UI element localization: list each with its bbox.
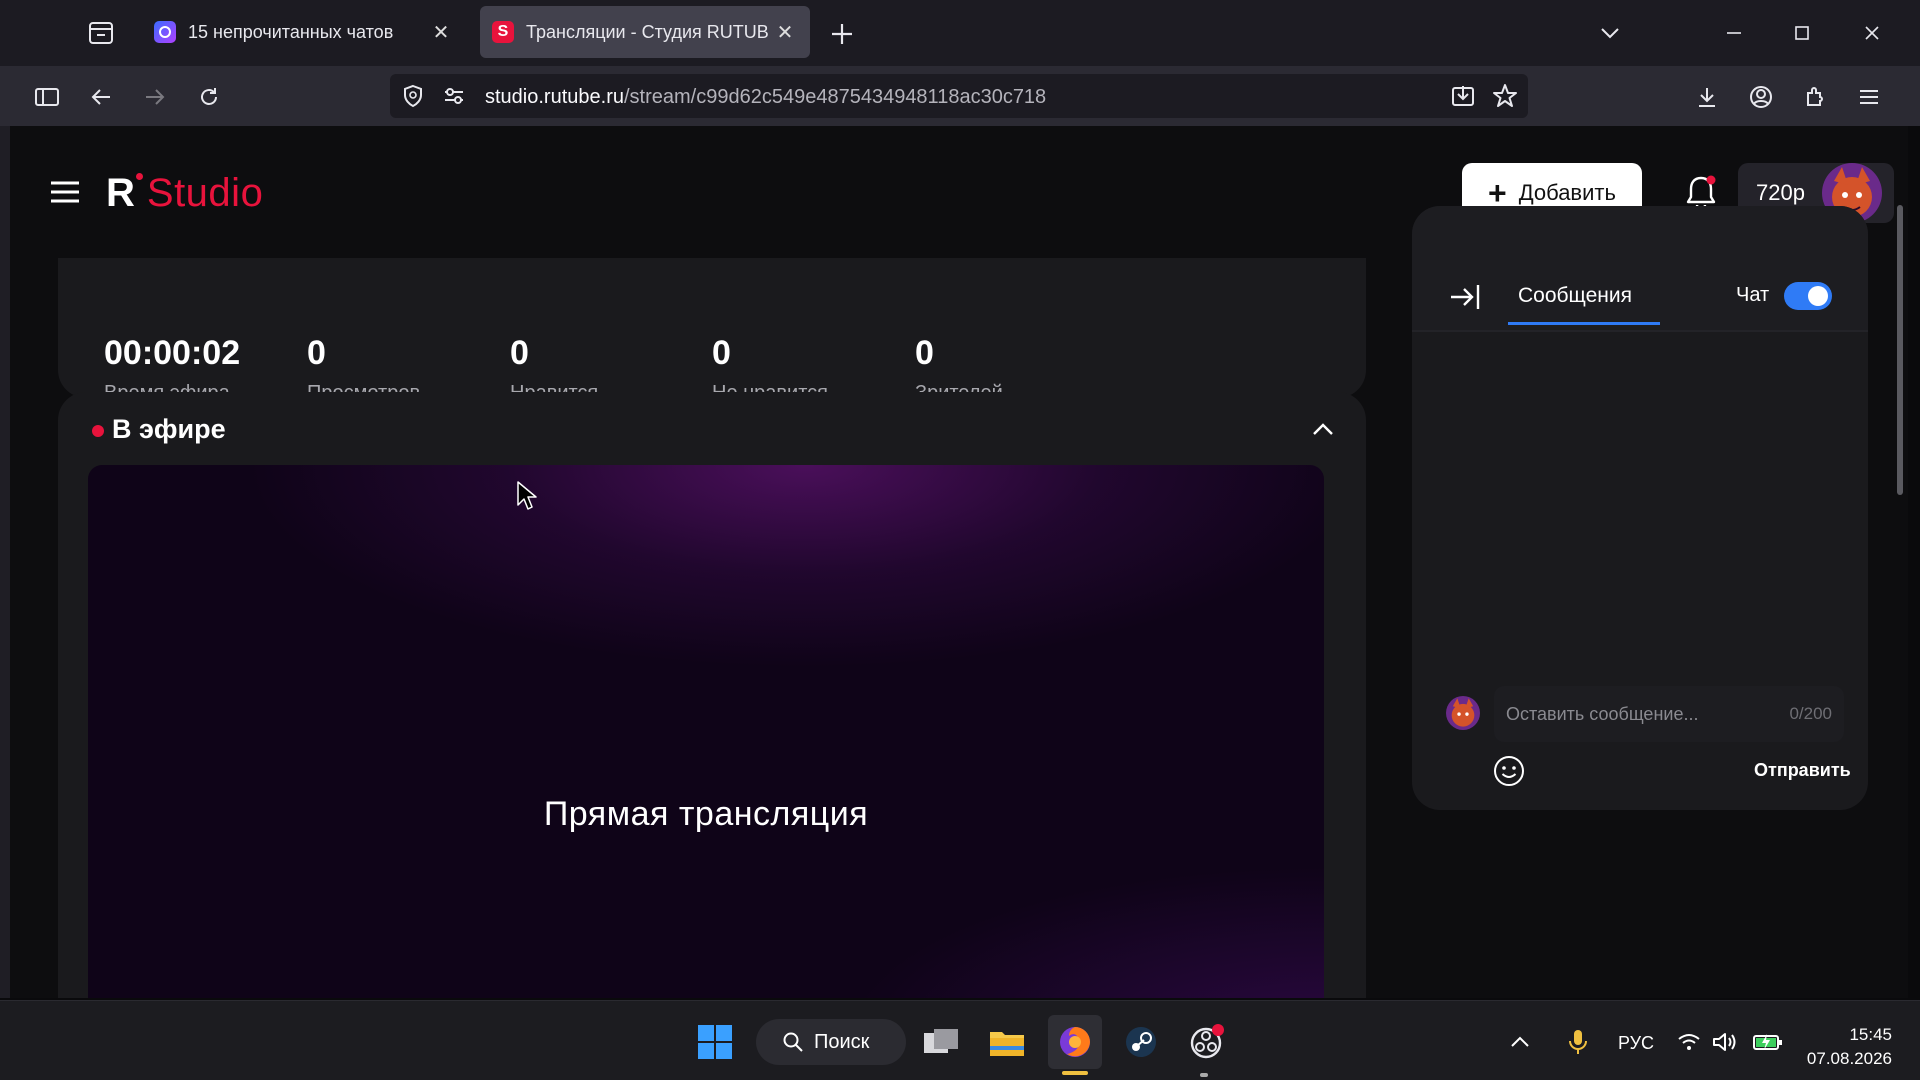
live-indicator-dot xyxy=(92,425,104,437)
rutube-studio-icon: S xyxy=(492,21,514,43)
quality-label: 720p xyxy=(1756,180,1805,205)
chat-toggle[interactable] xyxy=(1784,282,1832,310)
hamburger-menu-icon[interactable] xyxy=(48,178,82,206)
volume-icon[interactable] xyxy=(1708,1015,1742,1069)
send-button[interactable]: Отправить xyxy=(1754,760,1851,781)
message-input[interactable] xyxy=(1506,686,1766,742)
firefox-icon[interactable] xyxy=(1048,1015,1102,1069)
downloads-icon[interactable] xyxy=(1690,80,1724,114)
sidebar-toggle-icon[interactable] xyxy=(30,80,64,114)
maximize-icon[interactable] xyxy=(1782,14,1822,52)
address-bar[interactable]: studio.rutube.ru/stream/c99d62c549e48754… xyxy=(390,74,1528,118)
stat-value: 0 xyxy=(915,334,934,372)
chat-header: Сообщения Чат xyxy=(1412,206,1868,332)
wifi-icon[interactable] xyxy=(1672,1015,1706,1069)
clock-date: 07.08.2026 xyxy=(1806,1049,1892,1068)
back-icon[interactable] xyxy=(84,80,118,114)
browser-nav-bar: studio.rutube.ru/stream/c99d62c549e48754… xyxy=(0,66,1920,126)
bookmark-star-icon[interactable] xyxy=(1492,83,1518,114)
site-permissions-icon[interactable] xyxy=(442,85,466,112)
studio-page: 00:00:02 Время эфира 0 Просмотров 0 Нрав… xyxy=(10,126,1908,998)
battery-icon[interactable] xyxy=(1748,1015,1788,1069)
divider xyxy=(1412,330,1868,332)
clock-time: 15:45 xyxy=(1849,1025,1892,1044)
menu-icon[interactable] xyxy=(1852,80,1886,114)
search-icon xyxy=(783,1032,803,1052)
steam-icon[interactable] xyxy=(1114,1015,1168,1069)
plus-icon: + xyxy=(1488,175,1507,211)
live-section-title: В эфире xyxy=(112,414,226,444)
live-section-card: В эфире Прямая трансляция xyxy=(58,392,1366,998)
reload-icon[interactable] xyxy=(192,80,226,114)
tab-title: Трансляции - Студия RUTUBE xyxy=(526,21,770,42)
close-icon[interactable]: ✕ xyxy=(770,17,800,47)
windows-taskbar: Поиск РУС 15:45 07.08.2026 xyxy=(0,1000,1920,1080)
tab-overflow-chevron-icon[interactable] xyxy=(1590,14,1630,52)
mouse-cursor-icon xyxy=(517,481,537,511)
window-edge xyxy=(0,126,10,998)
close-icon[interactable]: ✕ xyxy=(426,17,456,47)
obs-studio-icon[interactable] xyxy=(1180,1015,1234,1069)
close-window-icon[interactable] xyxy=(1852,14,1892,52)
avatar xyxy=(1446,696,1480,730)
page-scrollbar[interactable] xyxy=(1897,205,1903,495)
player-placeholder-text: Прямая трансляция xyxy=(543,795,869,833)
tab-rutube-studio[interactable]: S Трансляции - Студия RUTUBE ✕ xyxy=(480,6,810,58)
message-input-box[interactable]: 0/200 xyxy=(1494,686,1844,742)
language-indicator[interactable]: РУС xyxy=(1618,1033,1654,1054)
minimize-icon[interactable] xyxy=(1714,14,1754,52)
tracking-shield-icon[interactable] xyxy=(402,84,424,113)
chat-toggle-label: Чат xyxy=(1736,284,1770,306)
system-clock[interactable]: 15:45 07.08.2026 xyxy=(1806,1023,1892,1071)
stat-value: 0 xyxy=(307,334,326,372)
toggle-knob xyxy=(1808,286,1828,306)
emoji-icon[interactable] xyxy=(1492,754,1526,788)
stat-value: 00:00:02 xyxy=(104,334,241,372)
tab-messages[interactable]: Сообщения xyxy=(1518,284,1632,308)
tab-chats[interactable]: 15 непрочитанных чатов ✕ xyxy=(142,6,466,58)
active-app-indicator xyxy=(1062,1071,1088,1075)
taskbar-search[interactable]: Поиск xyxy=(756,1019,906,1065)
chat-panel: Сообщения Чат 0/200 Отправить xyxy=(1412,206,1868,810)
microphone-icon[interactable] xyxy=(1558,1015,1598,1069)
account-icon[interactable] xyxy=(1744,80,1778,114)
stat-value: 0 xyxy=(712,334,731,372)
chevron-up-icon[interactable] xyxy=(1500,1015,1540,1069)
task-view-icon[interactable] xyxy=(914,1015,968,1069)
tab-history-icon[interactable] xyxy=(84,18,118,48)
active-tab-underline xyxy=(1508,322,1660,325)
add-button-label: Добавить xyxy=(1518,180,1616,205)
char-counter: 0/200 xyxy=(1789,704,1832,723)
search-label: Поиск xyxy=(814,1030,870,1053)
file-explorer-icon[interactable] xyxy=(980,1015,1034,1069)
video-player[interactable]: Прямая трансляция xyxy=(88,465,1324,998)
rutube-studio-logo[interactable]: R Studio xyxy=(106,168,263,218)
tab-title: 15 непрочитанных чатов xyxy=(188,21,394,42)
collapse-panel-icon[interactable] xyxy=(1448,282,1482,312)
chevron-up-icon[interactable] xyxy=(1308,414,1338,444)
install-app-icon[interactable] xyxy=(1450,83,1476,114)
stat-value: 0 xyxy=(510,334,529,372)
url-text: studio.rutube.ru/stream/c99d62c549e48754… xyxy=(485,86,1047,108)
windows-start-icon[interactable] xyxy=(688,1015,742,1069)
forward-icon[interactable] xyxy=(138,80,172,114)
new-tab-icon[interactable] xyxy=(826,18,858,50)
extensions-icon[interactable] xyxy=(1798,80,1832,114)
chat-app-icon xyxy=(154,21,176,43)
running-app-indicator xyxy=(1200,1073,1208,1077)
browser-tab-bar: 15 непрочитанных чатов ✕ S Трансляции - … xyxy=(0,0,1920,66)
